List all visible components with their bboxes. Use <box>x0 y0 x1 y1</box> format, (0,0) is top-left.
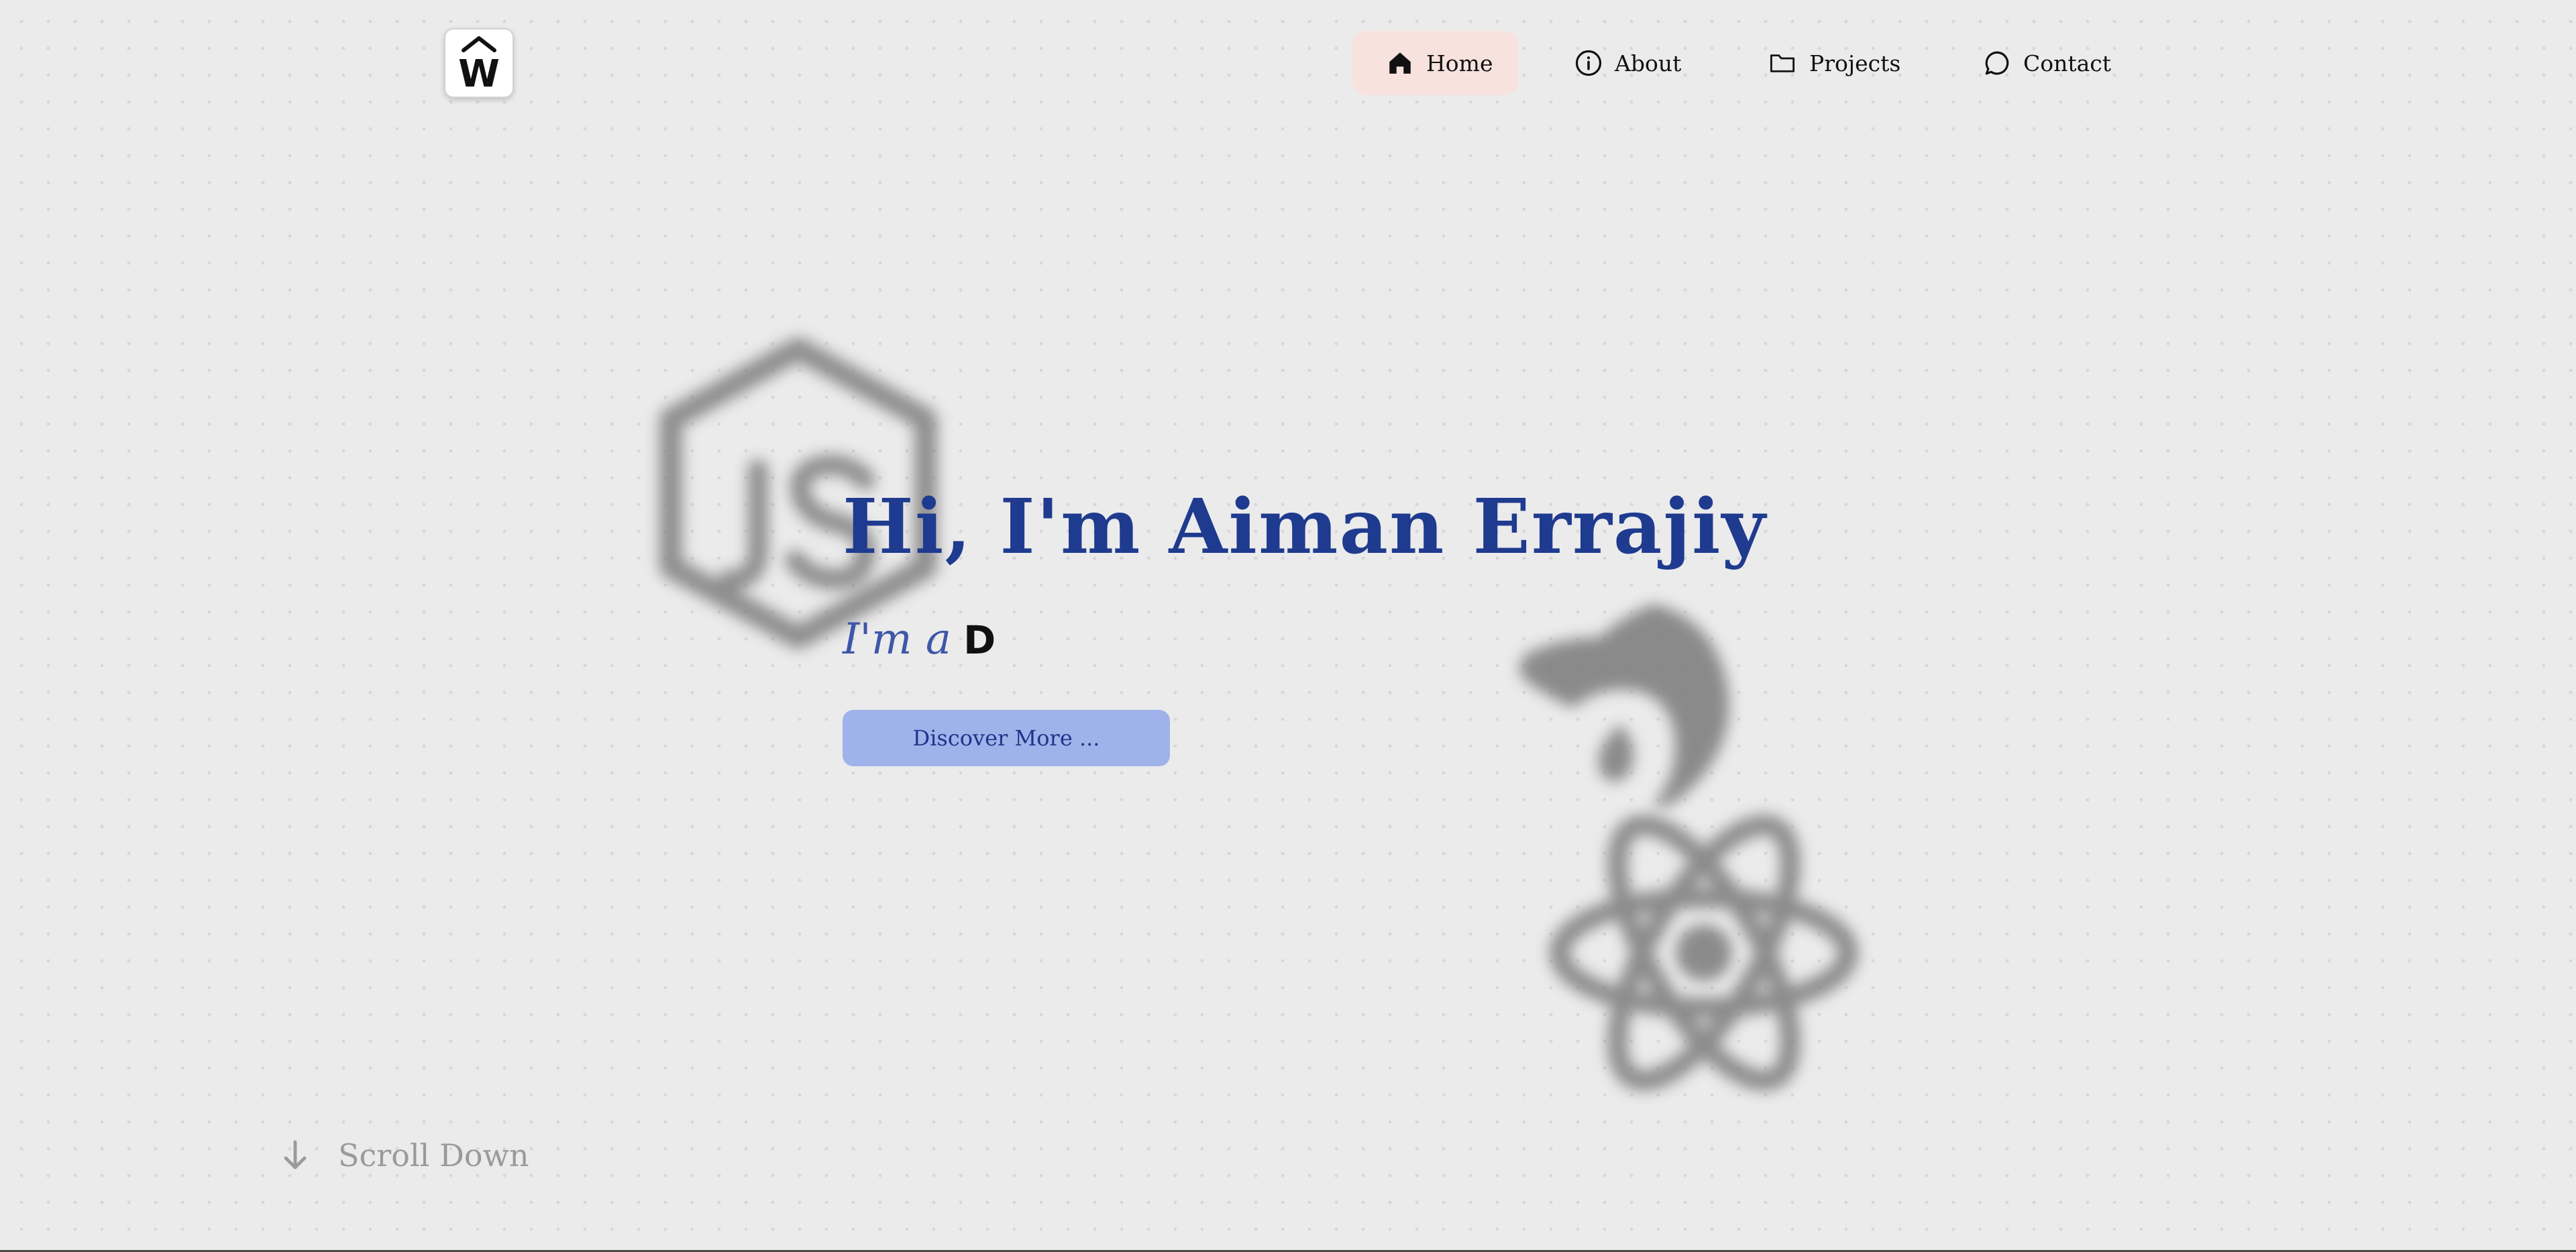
folder-icon <box>1768 48 1797 78</box>
arrow-down-icon <box>276 1137 314 1174</box>
chat-bubble-icon <box>1983 48 2011 78</box>
page: W Home About Projects Contact Hi, I'm Ai… <box>0 0 2576 1252</box>
home-icon <box>1386 48 1414 78</box>
nav-about[interactable]: About <box>1541 31 1701 95</box>
typed-role-text: D <box>963 617 996 663</box>
main-nav: Home About Projects Contact <box>0 31 2576 95</box>
hero-subtitle-prefix: I'm a <box>843 615 952 664</box>
nav-projects[interactable]: Projects <box>1734 31 1927 95</box>
nav-about-label: About <box>1615 50 1682 76</box>
nav-projects-label: Projects <box>1809 50 1901 76</box>
hero-title: Hi, I'm Aiman Errajiy <box>843 483 1767 571</box>
scroll-down-link[interactable]: Scroll Down <box>276 1137 529 1174</box>
info-icon <box>1574 48 1603 78</box>
nav-contact-label: Contact <box>2023 50 2112 76</box>
hero-subtitle: I'm aD <box>843 616 996 663</box>
react-icon <box>1550 815 1858 1091</box>
scroll-down-label: Scroll Down <box>338 1137 529 1173</box>
nav-contact[interactable]: Contact <box>1949 31 2128 95</box>
discover-more-button[interactable]: Discover More ... <box>843 710 1170 766</box>
nav-home-label: Home <box>1426 50 1493 76</box>
nav-home[interactable]: Home <box>1352 31 1519 95</box>
